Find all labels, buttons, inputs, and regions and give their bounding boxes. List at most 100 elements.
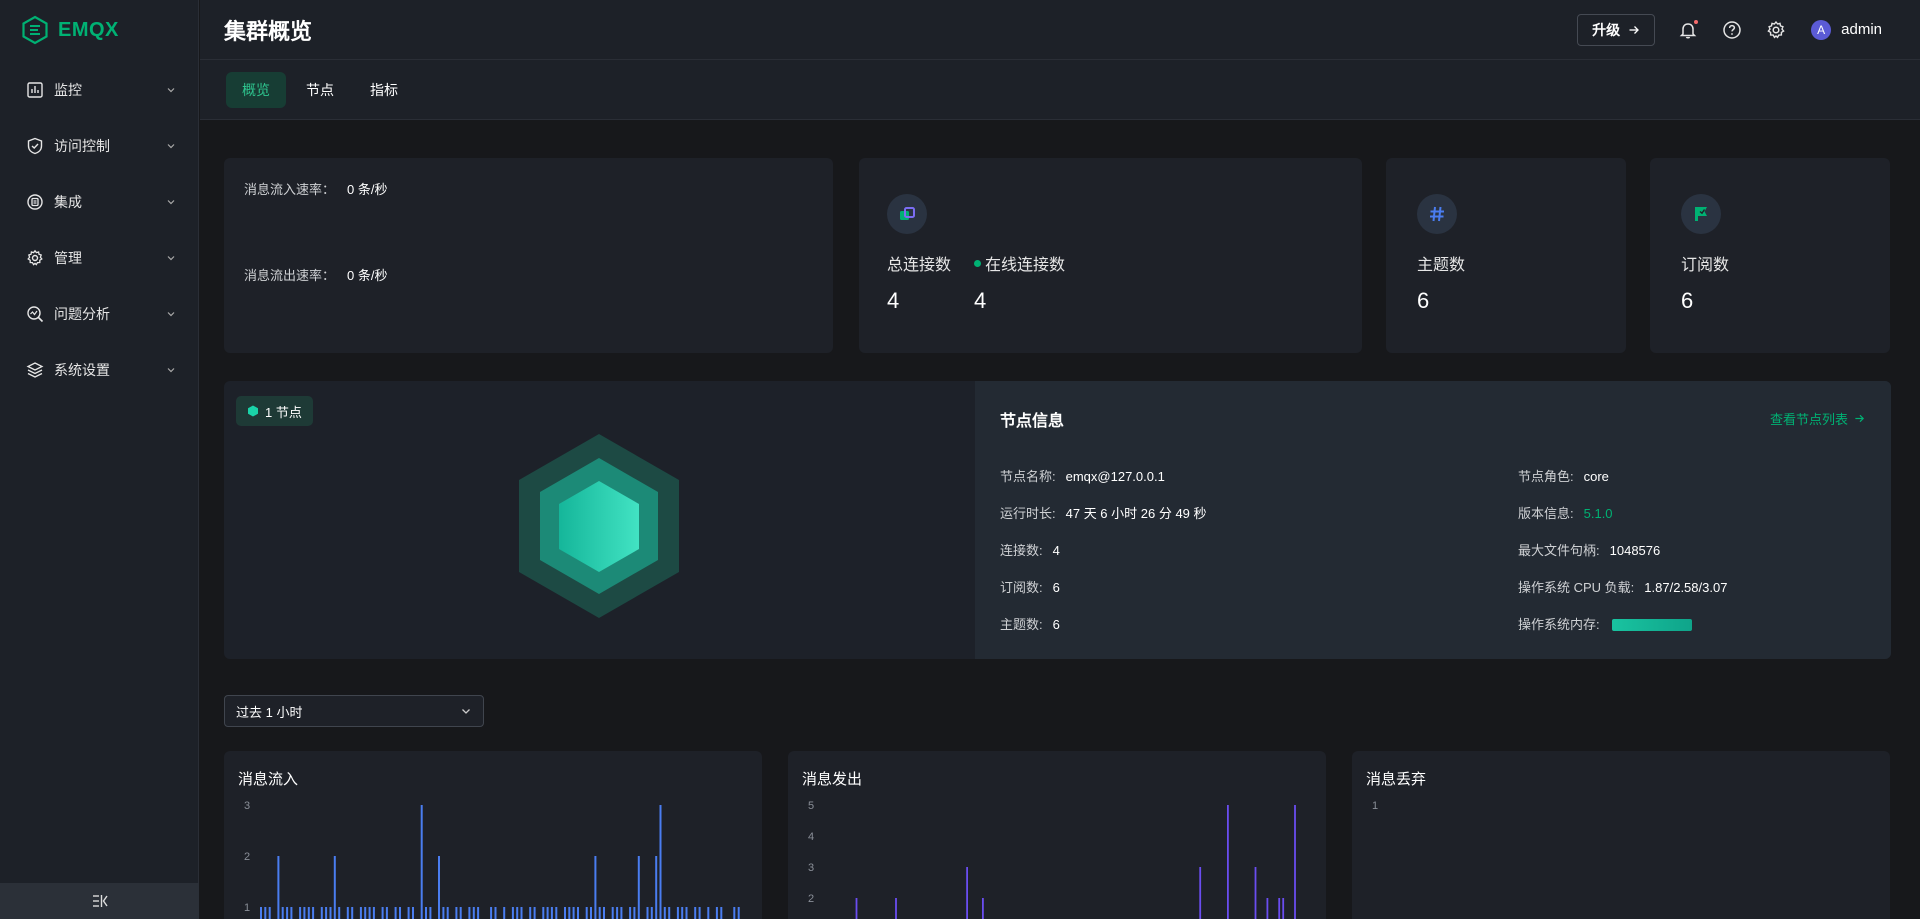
chart-bar [281,907,284,919]
sidebar: EMQX 监控 访问控制 集成 管理 问题分析 系统设置 [0,0,199,919]
chart-bar [733,907,736,919]
sidebar-item-system-settings[interactable]: 系统设置 [0,342,198,398]
y-tick-label: 5 [808,800,814,812]
topics-value: 6 [1417,288,1430,313]
monitor-icon [26,81,44,99]
inflow-rate-label: 消息流入速率： [244,182,336,197]
chart-bar [277,856,280,919]
os-memory-bar [1611,618,1692,631]
chart-bar [320,907,323,919]
gear-icon [1767,20,1785,39]
node-subscriptions-row: 订阅数: 6 [1000,577,1060,596]
topics-card: 主题数 6 [1386,158,1626,353]
logo[interactable]: EMQX [0,0,198,60]
y-tick-label: 2 [244,851,250,863]
y-tick-label: 3 [808,862,814,874]
cpu-load-key: 操作系统 CPU 负载: [1518,580,1635,595]
chart-bar [364,907,367,919]
tab-nodes[interactable]: 节点 [290,72,350,108]
sidebar-item-label: 管理 [54,250,82,266]
chevron-down-icon [167,368,175,373]
node-role-key: 节点角色: [1518,469,1574,484]
node-subscriptions-key: 订阅数: [1000,580,1043,595]
chevron-down-icon [167,144,175,149]
chart-bar [420,805,423,919]
page-title: 集群概览 [224,18,313,44]
chart-card-outflow: 消息发出 5432 [788,751,1326,919]
chart-bar [468,907,471,919]
chart-bar [1266,898,1269,919]
node-hexagon-graphic[interactable] [517,432,681,620]
chart-bar [585,907,588,919]
tab-overview[interactable]: 概览 [226,71,286,108]
upgrade-button[interactable]: 升级 [1577,13,1656,46]
version-key: 版本信息: [1518,506,1574,521]
notifications-button[interactable] [1677,18,1700,41]
connections-card: 总连接数 4 在线连接数 4 [859,158,1362,353]
sidebar-item-analysis[interactable]: 问题分析 [0,286,198,342]
collapse-sidebar-button[interactable] [0,883,199,919]
node-info-panel: 节点信息 查看节点列表 节点名称: emqx@127.0.0.1 运行时长: 47 … [975,381,1891,659]
chart-bar [268,907,271,919]
help-button[interactable] [1721,19,1743,41]
sidebar-item-label: 监控 [54,82,82,98]
y-tick-label: 1 [1372,800,1378,812]
chart-bar [359,907,362,919]
node-connections-key: 连接数: [1000,543,1043,558]
chart-bar [312,907,315,919]
time-range-select[interactable]: 过去 1 小时 [224,695,484,727]
sidebar-item-management[interactable]: 管理 [0,230,198,286]
sidebar-item-access-control[interactable]: 访问控制 [0,118,198,174]
inflow-chart: 3 2 1 [244,800,740,919]
arrow-right-icon [1855,414,1865,423]
chart-bar [307,907,310,919]
chart-bar [459,907,462,919]
node-connections-value: 4 [1052,543,1060,558]
max-fds-row: 最大文件句柄: 1048576 [1518,540,1660,559]
arrow-right-icon [1629,25,1640,34]
online-connections-label-wrap: 在线连接数 [974,251,1065,275]
chevron-down-icon [462,709,470,714]
sidebar-nav: 监控 访问控制 集成 管理 问题分析 系统设置 [0,62,198,398]
chart-bar [503,907,506,919]
uptime-row: 运行时长: 47 天 6 小时 26 分 49 秒 [1000,503,1207,522]
chart-bar [472,907,475,919]
user-menu[interactable]: A admin [1811,19,1882,40]
sidebar-item-integration[interactable]: 集成 [0,174,198,230]
chart-bar [659,805,662,919]
node-topics-row: 主题数: 6 [1000,614,1060,633]
cpu-load-value: 1.87/2.58/3.07 [1644,580,1728,595]
sidebar-item-monitor[interactable]: 监控 [0,62,198,118]
chart-bar [550,907,553,919]
chart-bar [616,907,619,919]
chart-bar [603,907,605,919]
online-status-dot [974,260,981,268]
chart-bar [264,907,267,919]
chart-bar [715,907,718,919]
chart-bar [412,907,414,919]
total-connections-label: 总连接数 [887,257,952,274]
chart-bar [737,907,740,919]
chart-bar [351,907,354,919]
avatar: A [1811,19,1832,40]
chart-bar [629,907,632,919]
chart-bar [520,907,523,919]
chart-bar [516,907,519,919]
chart-bar [329,907,332,919]
tab-metrics[interactable]: 指标 [354,72,414,108]
settings-button[interactable] [1765,19,1787,41]
subscriptions-label: 订阅数 [1681,257,1730,274]
sidebar-item-label: 集成 [54,194,82,210]
view-node-list-link[interactable]: 查看节点列表 [1770,409,1865,428]
y-tick-label: 2 [808,893,814,905]
chart-bar [707,907,710,919]
chart-bar [555,907,558,919]
connections-stat-icon [887,194,927,234]
chart-bar [598,907,601,919]
chart-bar [368,907,371,919]
upgrade-label: 升级 [1592,21,1621,38]
version-row: 版本信息: 5.1.0 [1518,503,1613,522]
connections-icon [900,207,915,220]
node-info-title: 节点信息 [1000,413,1065,430]
max-fds-key: 最大文件句柄: [1518,543,1600,558]
